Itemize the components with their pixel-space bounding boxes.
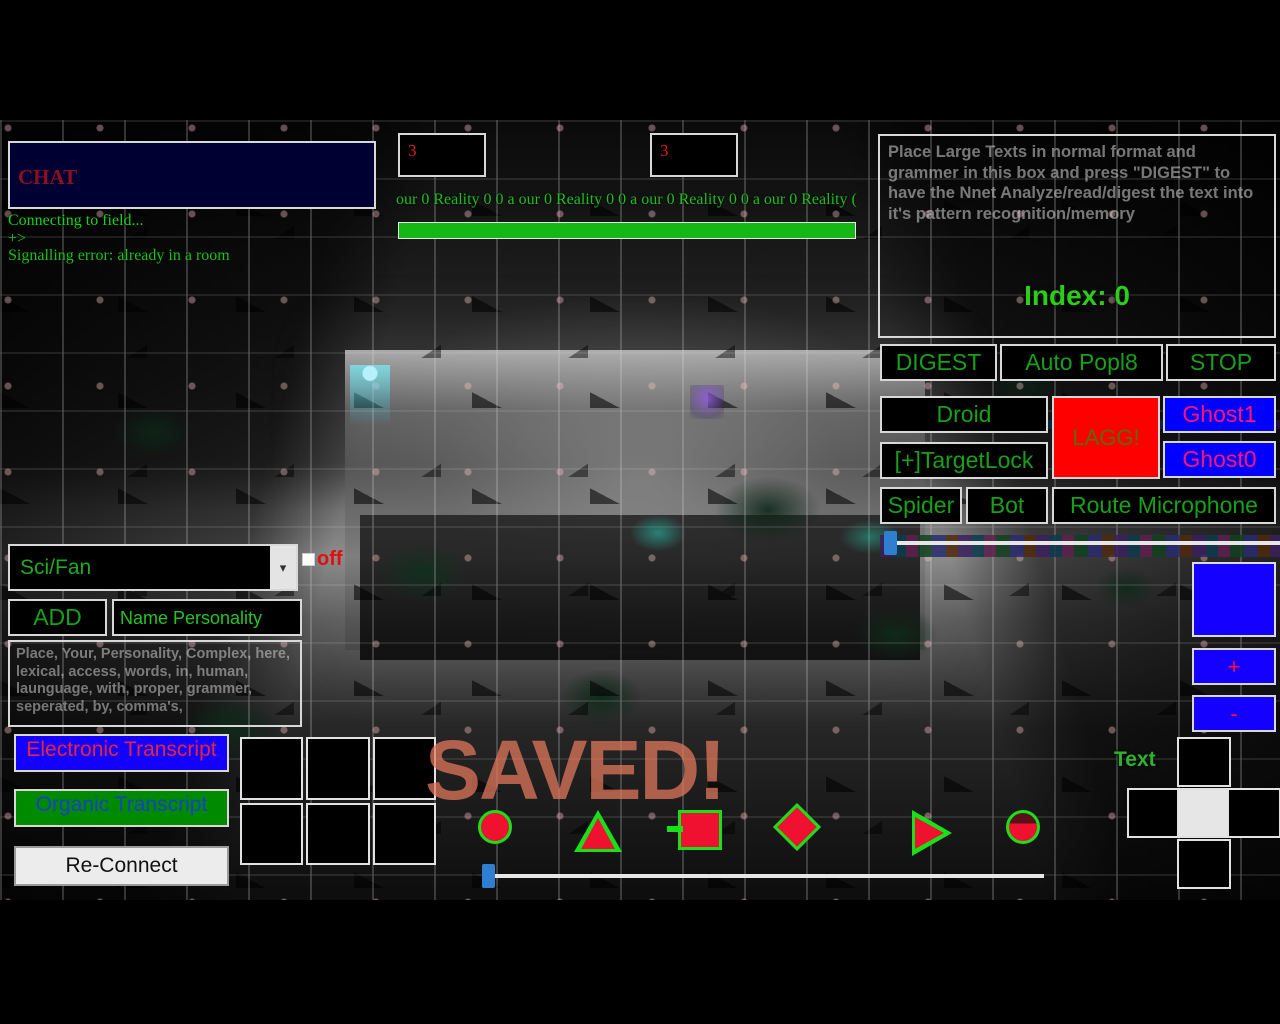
cyan-figure <box>350 365 390 425</box>
app-window: CHAT Connecting to field... +> Signallin… <box>0 0 1280 1024</box>
chevron-down-icon[interactable]: ▾ <box>270 546 296 589</box>
off-toggle[interactable]: off <box>302 548 343 571</box>
spider-button[interactable]: Spider <box>880 487 962 524</box>
grid-cell[interactable] <box>372 737 436 800</box>
dpad-left-button[interactable] <box>1127 788 1181 838</box>
square-shape-icon[interactable] <box>667 810 722 850</box>
shape-selector-row <box>470 802 1060 856</box>
add-button[interactable]: ADD <box>8 599 107 636</box>
route-microphone-button[interactable]: Route Microphone <box>1052 487 1276 524</box>
dpad-center-button[interactable] <box>1177 788 1231 838</box>
grid-cell[interactable] <box>306 802 370 865</box>
electronic-transcript-button[interactable]: Electronic Transcript <box>14 734 229 772</box>
right-slider-thumb[interactable] <box>884 531 897 555</box>
bot-button[interactable]: Bot <box>966 487 1048 524</box>
name-personality-input[interactable]: Name Personality <box>112 599 302 636</box>
genre-select[interactable]: Sci/Fan ▾ <box>8 544 298 591</box>
play-triangle-shape-icon[interactable] <box>912 810 952 856</box>
chat-log-line: +> <box>8 229 27 247</box>
increment-button[interactable]: + <box>1192 648 1276 685</box>
letterbox-bottom <box>0 900 1280 1024</box>
progress-bar-fill <box>399 223 855 238</box>
letterbox-top <box>0 0 1280 120</box>
bottom-slider-thumb[interactable] <box>482 864 495 888</box>
teal-glow-left <box>630 515 686 551</box>
off-toggle-label: off <box>317 548 343 570</box>
reconnect-button[interactable]: Re-Connect <box>14 846 229 886</box>
digest-button[interactable]: DIGEST <box>880 344 997 381</box>
dpad-right-button[interactable] <box>1227 788 1280 838</box>
lagg-indicator-button[interactable]: LAGG! <box>1052 396 1160 479</box>
decrement-button[interactable]: - <box>1192 695 1276 732</box>
droid-button[interactable]: Droid <box>880 396 1048 433</box>
numeric-input-left[interactable]: 3 <box>398 133 486 177</box>
progress-bar <box>398 222 856 239</box>
right-slider[interactable] <box>884 531 1280 555</box>
dpad-down-button[interactable] <box>1177 839 1231 889</box>
personality-description-textarea[interactable]: Place, Your, Personality, Complex, here,… <box>8 640 302 727</box>
grid-cell[interactable] <box>306 737 370 800</box>
purple-figure <box>690 385 724 419</box>
target-lock-button[interactable]: [+]TargetLock <box>880 442 1048 479</box>
auto-popl8-button[interactable]: Auto Popl8 <box>1000 344 1163 381</box>
numeric-input-right[interactable]: 3 <box>650 133 738 177</box>
ghost0-button[interactable]: Ghost0 <box>1163 441 1276 478</box>
triangle-shape-icon[interactable] <box>574 810 622 852</box>
stop-button[interactable]: STOP <box>1166 344 1276 381</box>
circle-shape-icon[interactable] <box>478 810 512 844</box>
chat-log-error: Signalling error: already in a room <box>8 247 230 264</box>
diamond-shape-icon[interactable] <box>772 802 822 852</box>
chat-log-line: Connecting to field... <box>8 212 144 229</box>
digest-textarea[interactable]: Place Large Texts in normal format and g… <box>878 134 1276 338</box>
organic-transcript-button[interactable]: Organic Transcript <box>14 789 229 827</box>
half-circle-shape-icon[interactable] <box>1006 810 1040 844</box>
thumbnail-grid <box>240 737 436 865</box>
grid-cell[interactable] <box>240 737 304 800</box>
chat-log: Connecting to field... +> Signalling err… <box>8 212 388 265</box>
bottom-slider[interactable] <box>482 864 1044 888</box>
off-checkbox[interactable] <box>302 553 315 566</box>
genre-select-value: Sci/Fan <box>20 555 92 579</box>
dpad-up-button[interactable] <box>1177 737 1231 787</box>
blue-display-panel[interactable] <box>1192 562 1276 637</box>
status-marquee: our 0 Reality 0 0 a our 0 Reality 0 0 a … <box>396 191 857 208</box>
chromatic-glitch-band <box>880 535 1280 557</box>
dpad-control <box>1127 737 1280 889</box>
grid-cell[interactable] <box>240 802 304 865</box>
chat-input[interactable]: CHAT <box>8 141 376 209</box>
grid-cell[interactable] <box>372 802 436 865</box>
ghost1-button[interactable]: Ghost1 <box>1163 396 1276 433</box>
